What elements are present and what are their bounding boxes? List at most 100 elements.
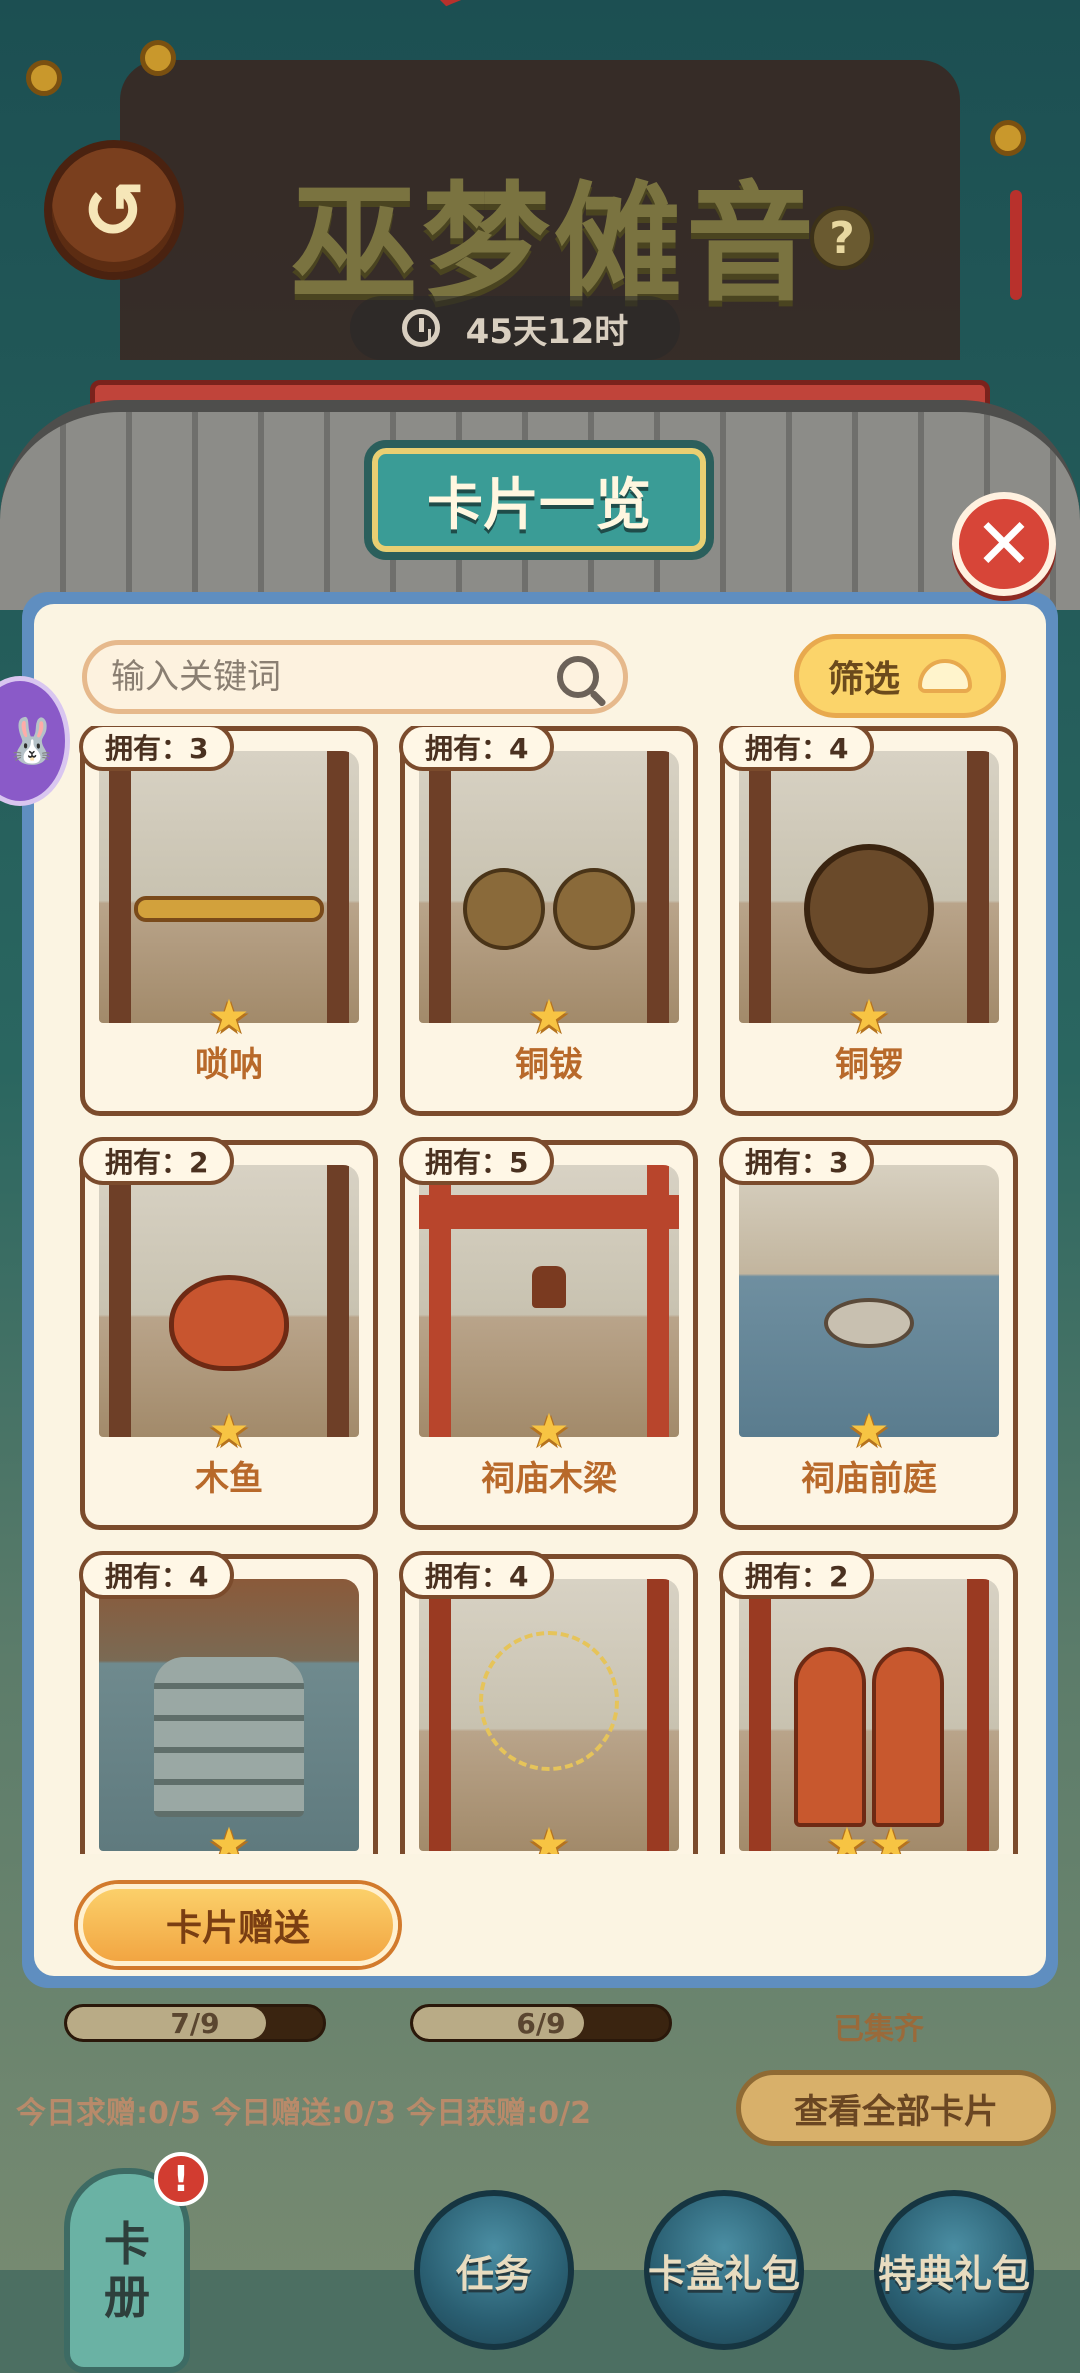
pillar: [647, 1579, 669, 1851]
tassel-ornament: [1010, 190, 1022, 300]
close-button[interactable]: ✕: [952, 492, 1056, 596]
panel-title: 卡片一览: [364, 440, 714, 560]
help-button[interactable]: ?: [810, 206, 874, 270]
gong-icon: [739, 751, 999, 1023]
star-icon: ★: [528, 1403, 570, 1457]
card-name: 铜锣: [835, 1045, 903, 1085]
bell-art: [532, 1266, 566, 1309]
star-icon: ★: [208, 1403, 250, 1457]
card-item[interactable]: ★ 拥有：2 木鱼: [79, 1137, 378, 1530]
pillar: [327, 751, 349, 1023]
star-icon: ★: [528, 1817, 570, 1854]
owned-count: 拥有：3: [719, 1137, 875, 1185]
card-panel-body: 筛选 ★ 拥有：3 唢呐: [34, 604, 1046, 1976]
coin-ornament: [140, 40, 176, 76]
clock-icon: [401, 309, 440, 347]
album-label-top: 卡: [104, 2216, 150, 2271]
pillar: [647, 1165, 669, 1437]
pillar: [749, 751, 771, 1023]
card-box-pack-button[interactable]: 卡盒礼包: [644, 2190, 804, 2350]
card-item[interactable]: ★ 拥有：4 铜锣: [719, 726, 1018, 1116]
gong-art: [804, 843, 934, 974]
star-icon: ★: [208, 1817, 250, 1854]
owned-count: 拥有：4: [719, 726, 875, 771]
card-item[interactable]: ★ 拥有：5 祠庙木梁: [399, 1137, 698, 1530]
star-icon: ★: [208, 989, 250, 1043]
cymbals-icon: [419, 751, 679, 1023]
pillar: [429, 751, 451, 1023]
card-panel: 筛选 ★ 拥有：3 唢呐: [22, 592, 1058, 1988]
card-gift-button[interactable]: 卡片赠送: [78, 1884, 398, 1966]
event-timer: 45天12时: [350, 296, 680, 360]
pillar: [647, 751, 669, 1023]
pillar: [109, 1165, 131, 1437]
card-item[interactable]: ★ 拥有：4: [79, 1551, 378, 1854]
web-art: [479, 1631, 619, 1772]
special-pack-button[interactable]: 特典礼包: [874, 2190, 1034, 2350]
pillar: [429, 1579, 451, 1851]
card-grid: ★ 拥有：3 唢呐 ★ 拥有：4 铜钹 ★ 拥有：4 铜锣 ★ 拥有：2 木鱼 …: [34, 726, 1046, 1854]
coin-ornament: [26, 60, 62, 96]
search-box[interactable]: [82, 640, 628, 714]
tasks-button[interactable]: 任务: [414, 2190, 574, 2350]
card-name: 祠庙木梁: [481, 1459, 617, 1499]
owned-count: 拥有：4: [399, 726, 555, 771]
card-name: 铜钹: [515, 1045, 583, 1085]
progress-bar: 6/9: [410, 2004, 672, 2042]
card-box-label: 卡盒礼包: [648, 2251, 801, 2296]
owned-count: 拥有：4: [79, 1551, 235, 1599]
filter-label: 筛选: [827, 659, 900, 700]
search-input[interactable]: [111, 657, 557, 697]
album-label-bottom: 册: [104, 2269, 150, 2324]
filter-toggle-icon: [918, 659, 972, 693]
card-name: 祠庙前庭: [801, 1459, 937, 1499]
tasks-label: 任务: [455, 2251, 532, 2296]
owned-count: 拥有：2: [719, 1551, 875, 1599]
collected-label: 已集齐: [834, 2012, 924, 2047]
star-icon: ★: [848, 1403, 890, 1457]
suona-art: [134, 895, 324, 922]
wooden-fish-art: [169, 1274, 289, 1371]
temple-courtyard-icon: [739, 1165, 999, 1437]
temple-door-icon: [739, 1579, 999, 1851]
special-pack-label: 特典礼包: [878, 2251, 1031, 2296]
pillar: [429, 1165, 451, 1437]
search-icon[interactable]: [557, 656, 599, 698]
wooden-fish-icon: [99, 1165, 359, 1437]
pillar: [967, 1579, 989, 1851]
owned-count: 拥有：5: [399, 1137, 555, 1185]
view-all-cards-button[interactable]: 查看全部卡片: [736, 2070, 1056, 2146]
progress-text: 6/9: [516, 2006, 566, 2040]
filter-button[interactable]: 筛选: [794, 634, 1006, 718]
stairs-art: [154, 1656, 304, 1817]
owned-count: 拥有：4: [399, 1551, 555, 1599]
pillar: [327, 1165, 349, 1437]
daily-stats: 今日求赠:0/5 今日赠送:0/3 今日获赠:0/2: [16, 2096, 591, 2131]
card-item[interactable]: ★ 拥有：3 祠庙前庭: [719, 1137, 1018, 1530]
pillar: [109, 751, 131, 1023]
back-arrow-icon: ↺: [82, 165, 146, 255]
card-item[interactable]: ★ ★ 拥有：2: [719, 1551, 1018, 1854]
beam: [419, 1195, 679, 1229]
doors-art: [794, 1646, 944, 1827]
incense-burner-art: [824, 1297, 914, 1348]
owned-count: 拥有：2: [79, 1137, 235, 1185]
temple-beam-icon: [419, 1165, 679, 1437]
owned-count: 拥有：3: [79, 726, 235, 771]
progress-bar: 7/9: [64, 2004, 326, 2042]
card-item[interactable]: ★ 拥有：4 铜钹: [399, 726, 698, 1116]
pillar: [749, 1579, 771, 1851]
card-item[interactable]: ★ 拥有：3 唢呐: [79, 726, 378, 1116]
star-icon: ★: [870, 1817, 912, 1854]
star-icon: ★: [848, 989, 890, 1043]
cymbals-art: [463, 867, 635, 950]
card-name: 木鱼: [195, 1459, 263, 1499]
card-item[interactable]: ★ 拥有：4: [399, 1551, 698, 1854]
progress-text: 7/9: [170, 2006, 220, 2040]
close-icon: ✕: [974, 503, 1034, 585]
suona-icon: [99, 751, 359, 1023]
timer-text: 45天12时: [465, 311, 629, 352]
card-name: 唢呐: [195, 1045, 263, 1085]
alert-icon: !: [154, 2152, 208, 2206]
back-button[interactable]: ↺: [44, 140, 184, 280]
